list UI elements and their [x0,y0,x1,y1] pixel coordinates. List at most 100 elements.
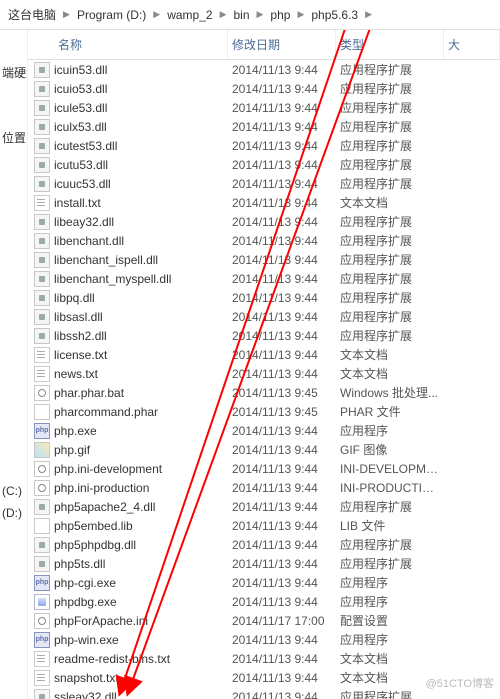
breadcrumb-item[interactable]: wamp_2 [165,6,214,24]
file-type: 应用程序扩展 [336,80,444,97]
file-row[interactable]: license.txt2014/11/13 9:44文本文档 [28,345,500,364]
file-row[interactable]: php-cgi.exe2014/11/13 9:44应用程序 [28,573,500,592]
file-name: libenchant_myspell.dll [54,272,171,286]
breadcrumb-item[interactable]: bin [231,6,251,24]
file-date: 2014/11/13 9:45 [228,405,336,419]
file-row[interactable]: php5phpdbg.dll2014/11/13 9:44应用程序扩展 [28,535,500,554]
column-header-type[interactable]: 类型 [336,30,444,59]
file-date: 2014/11/13 9:44 [228,329,336,343]
file-date: 2014/11/13 9:44 [228,424,336,438]
file-name: license.txt [54,348,107,362]
file-row[interactable]: php-win.exe2014/11/13 9:44应用程序 [28,630,500,649]
file-type: 应用程序扩展 [336,270,444,287]
file-row[interactable]: libeay32.dll2014/11/13 9:44应用程序扩展 [28,212,500,231]
file-name: php-win.exe [54,633,119,647]
dll-file-icon [34,290,50,306]
dll-file-icon [34,689,50,699]
file-date: 2014/11/13 9:44 [228,348,336,362]
chevron-right-icon: ▶ [362,9,375,20]
file-name: readme-redist-bins.txt [54,652,170,666]
file-row[interactable]: libenchant.dll2014/11/13 9:44应用程序扩展 [28,231,500,250]
file-row[interactable]: iculx53.dll2014/11/13 9:44应用程序扩展 [28,117,500,136]
file-row[interactable]: pharcommand.phar2014/11/13 9:45PHAR 文件 [28,402,500,421]
file-name: libenchant.dll [54,234,124,248]
chevron-right-icon: ▶ [294,9,307,20]
dll-file-icon [34,271,50,287]
file-row[interactable]: php5embed.lib2014/11/13 9:44LIB 文件 [28,516,500,535]
file-type: 应用程序扩展 [336,156,444,173]
sidebar-item[interactable]: (C:) [0,480,27,502]
file-row[interactable]: php.ini-production2014/11/13 9:44INI-PRO… [28,478,500,497]
watermark: @51CTO博客 [426,675,494,691]
txt-file-icon [34,347,50,363]
file-row[interactable]: libenchant_myspell.dll 2014/11/13 9:44应用程… [28,269,500,288]
file-name: php.ini-production [54,481,149,495]
file-row[interactable]: icutu53.dll2014/11/13 9:44应用程序扩展 [28,155,500,174]
file-row[interactable]: icuuc53.dll2014/11/13 9:44应用程序扩展 [28,174,500,193]
file-row[interactable]: php5apache2_4.dll2014/11/13 9:44应用程序扩展 [28,497,500,516]
chevron-right-icon: ▶ [217,9,230,20]
file-row[interactable]: php.ini-development2014/11/13 9:44INI-DE… [28,459,500,478]
file-date: 2014/11/13 9:44 [228,272,336,286]
file-row[interactable]: icuio53.dll2014/11/13 9:44应用程序扩展 [28,79,500,98]
file-row[interactable]: libsasl.dll2014/11/13 9:44应用程序扩展 [28,307,500,326]
file-row[interactable]: icutest53.dll2014/11/13 9:44应用程序扩展 [28,136,500,155]
file-type: 应用程序扩展 [336,251,444,268]
file-row[interactable]: news.txt2014/11/13 9:44文本文档 [28,364,500,383]
txt-file-icon [34,670,50,686]
file-row[interactable]: libssh2.dll2014/11/13 9:44应用程序扩展 [28,326,500,345]
file-name: phpdbg.exe [54,595,117,609]
file-type: 应用程序扩展 [336,137,444,154]
file-name: libssh2.dll [54,329,107,343]
file-row[interactable]: readme-redist-bins.txt2014/11/13 9:44文本文… [28,649,500,668]
breadcrumb-item[interactable]: php5.6.3 [309,6,360,24]
file-date: 2014/11/13 9:44 [228,291,336,305]
file-date: 2014/11/13 9:44 [228,538,336,552]
file-type: INI-PRODUCTIO... [336,481,444,495]
file-row[interactable]: phpdbg.exe2014/11/13 9:44应用程序 [28,592,500,611]
file-list[interactable]: icuin53.dll2014/11/13 9:44应用程序扩展icuio53.… [28,60,500,699]
file-row[interactable]: icuin53.dll2014/11/13 9:44应用程序扩展 [28,60,500,79]
file-row[interactable]: libenchant_ispell.dll2014/11/13 9:44应用程序… [28,250,500,269]
breadcrumb[interactable]: 这台电脑 ▶ Program (D:) ▶ wamp_2 ▶ bin ▶ php… [0,0,500,30]
file-date: 2014/11/13 9:44 [228,215,336,229]
sidebar-item[interactable]: 位置 [0,125,27,150]
dll-file-icon [34,81,50,97]
file-type: 应用程序扩展 [336,99,444,116]
file-row[interactable]: php5ts.dll2014/11/13 9:44应用程序扩展 [28,554,500,573]
dll-file-icon [34,100,50,116]
file-name: icule53.dll [54,101,107,115]
file-name: php5ts.dll [54,557,105,571]
file-type: 应用程序扩展 [336,61,444,78]
breadcrumb-item[interactable]: 这台电脑 [6,4,58,25]
column-header-name[interactable]: 名称 [28,30,228,59]
file-name: libeay32.dll [54,215,114,229]
file-row[interactable]: install.txt2014/11/13 9:44文本文档 [28,193,500,212]
exe-file-icon [34,594,50,610]
file-row[interactable]: phar.phar.bat2014/11/13 9:45Windows 批处理.… [28,383,500,402]
file-name: icuio53.dll [54,82,107,96]
sidebar-item[interactable]: 端硬盘 [0,60,27,85]
file-date: 2014/11/13 9:44 [228,310,336,324]
file-row[interactable]: php.exe2014/11/13 9:44应用程序 [28,421,500,440]
chevron-right-icon: ▶ [60,9,73,20]
file-type: 应用程序 [336,574,444,591]
dll-file-icon [34,62,50,78]
file-name: libsasl.dll [54,310,103,324]
navigation-sidebar[interactable]: 端硬盘 位置 (C:) (D:) [0,30,28,699]
file-date: 2014/11/13 9:44 [228,196,336,210]
file-row[interactable]: icule53.dll2014/11/13 9:44应用程序扩展 [28,98,500,117]
lib-file-icon [34,518,50,534]
file-row[interactable]: php.gif2014/11/13 9:44GIF 图像 [28,440,500,459]
file-row[interactable]: phpForApache.ini2014/11/17 17:00配置设置 [28,611,500,630]
column-header-date[interactable]: 修改日期 [228,30,336,59]
column-header-size[interactable]: 大 [444,30,500,59]
breadcrumb-item[interactable]: php [268,6,292,24]
sidebar-item[interactable]: (D:) [0,502,27,524]
file-row[interactable]: libpq.dll2014/11/13 9:44应用程序扩展 [28,288,500,307]
dll-file-icon [34,157,50,173]
breadcrumb-item[interactable]: Program (D:) [75,6,148,24]
file-date: 2014/11/13 9:44 [228,652,336,666]
file-type: 文本文档 [336,194,444,211]
file-date: 2014/11/13 9:44 [228,557,336,571]
